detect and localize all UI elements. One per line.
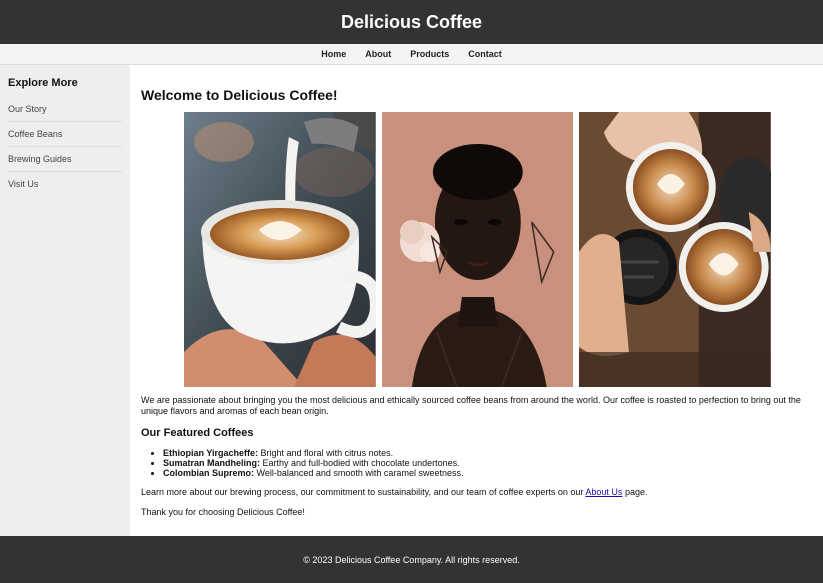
coffee-desc: Bright and floral with citrus notes. [260, 448, 394, 458]
site-footer: © 2023 Delicious Coffee Company. All rig… [0, 536, 823, 583]
featured-heading: Our Featured Coffees [141, 427, 254, 439]
nav-about[interactable]: About [365, 49, 391, 59]
nav-products[interactable]: Products [410, 49, 449, 59]
intro-paragraph: We are passionate about bringing you the… [141, 395, 801, 416]
list-item: Ethiopian Yirgacheffe: Bright and floral… [163, 448, 463, 458]
list-item: Sumatran Mandheling: Earthy and full-bod… [163, 458, 463, 468]
site-title: Delicious Coffee [340, 11, 483, 32]
site-header: Delicious Coffee [0, 0, 823, 44]
page-title: Welcome to Delicious Coffee! [141, 87, 338, 103]
sidebar-item-coffee-beans[interactable]: Coffee Beans [8, 122, 122, 147]
sidebar-item-visit-us[interactable]: Visit Us [8, 172, 122, 197]
photo-gallery [184, 112, 772, 387]
learn-more-paragraph: Learn more about our brewing process, ou… [141, 487, 647, 497]
latte-art-pour-photo [184, 112, 376, 387]
sidebar-item-our-story[interactable]: Our Story [8, 97, 122, 122]
sidebar: Explore More Our Story Coffee Beans Brew… [0, 65, 130, 536]
about-us-link[interactable]: About Us [585, 487, 622, 497]
sidebar-title: Explore More [8, 77, 78, 89]
nav-contact[interactable]: Contact [468, 49, 502, 59]
sidebar-item-brewing-guides[interactable]: Brewing Guides [8, 147, 122, 172]
footer-text: © 2023 Delicious Coffee Company. All rig… [303, 554, 520, 565]
main-nav: Home About Products Contact [0, 44, 823, 65]
coffee-name: Ethiopian Yirgacheffe: [163, 448, 259, 458]
list-item: Colombian Supremo: Well-balanced and smo… [163, 468, 463, 478]
main-content: Welcome to Delicious Coffee! We are pass… [141, 65, 817, 517]
featured-coffee-list: Ethiopian Yirgacheffe: Bright and floral… [163, 448, 463, 478]
coffee-name: Sumatran Mandheling: [163, 458, 261, 468]
learn-text: Learn more about our brewing process, ou… [141, 487, 586, 497]
nav-home[interactable]: Home [321, 49, 346, 59]
coffee-cups-photo [579, 112, 772, 387]
sidebar-list: Our Story Coffee Beans Brewing Guides Vi… [8, 97, 122, 197]
portrait-photo [381, 112, 574, 387]
coffee-desc: Well-balanced and smooth with caramel sw… [256, 468, 464, 478]
thanks-paragraph: Thank you for choosing Delicious Coffee! [141, 507, 305, 517]
coffee-desc: Earthy and full-bodied with chocolate un… [262, 458, 460, 468]
coffee-name: Colombian Supremo: [163, 468, 255, 478]
learn-text-end: page. [622, 487, 648, 497]
